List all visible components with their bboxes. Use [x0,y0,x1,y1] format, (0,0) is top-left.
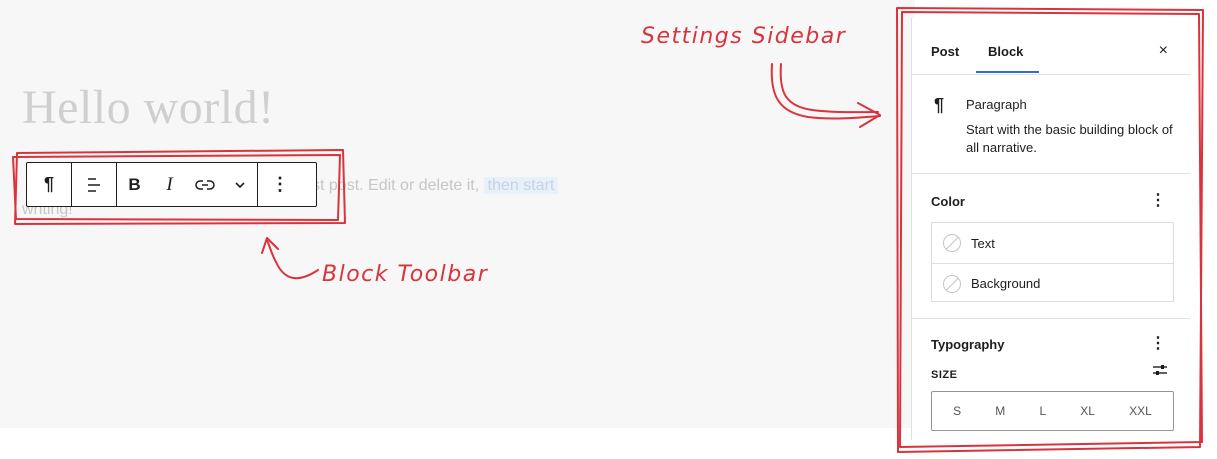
more-formats-button[interactable] [222,163,257,206]
size-option-s[interactable]: S [953,404,961,418]
toolbar-group-align [72,163,117,206]
paragraph-text: st post. Edit or delete it, [312,177,484,194]
align-button[interactable] [72,163,116,206]
custom-size-button[interactable] [1152,363,1168,382]
color-panel: Color ⋮ Text Background [912,174,1190,319]
block-toolbar: ¶ B I ⋮ [26,162,317,207]
more-options-icon: ⋮ [271,174,289,194]
color-items: Text Background [931,222,1174,302]
link-button[interactable] [187,163,222,206]
close-sidebar-button[interactable]: × [1159,42,1168,60]
italic-icon: I [166,173,173,195]
size-label: SIZE [931,369,958,381]
size-option-xl[interactable]: XL [1080,404,1095,418]
color-item-background[interactable]: Background [932,263,1173,303]
typography-options-button[interactable]: ⋮ [1150,333,1166,353]
paragraph-icon: ¶ [934,95,945,115]
size-option-l[interactable]: L [1039,404,1046,418]
color-item-label: Text [971,235,995,251]
italic-button[interactable]: I [152,163,187,206]
settings-sidebar: Post Block × ¶ Paragraph Start with the … [911,18,1190,440]
align-icon [88,177,100,192]
editor-canvas[interactable]: Hello world! st post. Edit or delete it,… [0,0,915,428]
tab-block[interactable]: Block [988,44,1023,59]
paragraph-block-button[interactable]: ¶ [27,163,71,206]
size-option-m[interactable]: M [995,404,1005,418]
bold-button[interactable]: B [117,163,152,206]
selected-text: then start [483,177,559,194]
chevron-down-icon [234,181,245,188]
empty-swatch-icon [943,234,961,252]
tab-post[interactable]: Post [931,44,959,59]
post-title[interactable]: Hello world! [22,80,275,135]
size-option-xxl[interactable]: XXL [1129,404,1152,418]
active-tab-indicator [976,71,1039,73]
color-item-text[interactable]: Text [932,223,1173,263]
block-description: Start with the basic building block of a… [966,122,1173,155]
more-options-icon: ⋮ [1150,192,1166,209]
toolbar-group-block: ¶ [27,163,72,206]
typography-panel: Typography ⋮ SIZE S M L XL XXL [912,319,1190,440]
sidebar-tabs: Post Block × [912,18,1190,75]
settings-sidebar-annotation: Settings Sidebar [641,24,847,49]
toolbar-group-format: B I [117,163,258,206]
bold-icon: B [128,174,141,194]
close-icon: × [1158,42,1168,59]
paragraph-icon: ¶ [43,174,54,194]
typography-panel-title: Typography [931,337,1005,352]
empty-swatch-icon [943,274,961,293]
block-name: Paragraph [966,97,1027,112]
more-options-icon: ⋮ [1150,335,1166,352]
block-card: ¶ Paragraph Start with the basic buildin… [912,75,1190,174]
link-icon [194,179,215,190]
color-item-label: Background [971,276,1041,291]
toolbar-group-options: ⋮ [258,163,302,206]
font-size-picker: S M L XL XXL [931,391,1174,431]
block-toolbar-annotation: Block Toolbar [322,262,489,287]
color-options-button[interactable]: ⋮ [1150,190,1166,210]
settings-sliders-icon [1153,365,1167,375]
block-options-button[interactable]: ⋮ [258,163,302,206]
color-panel-title: Color [931,194,965,209]
